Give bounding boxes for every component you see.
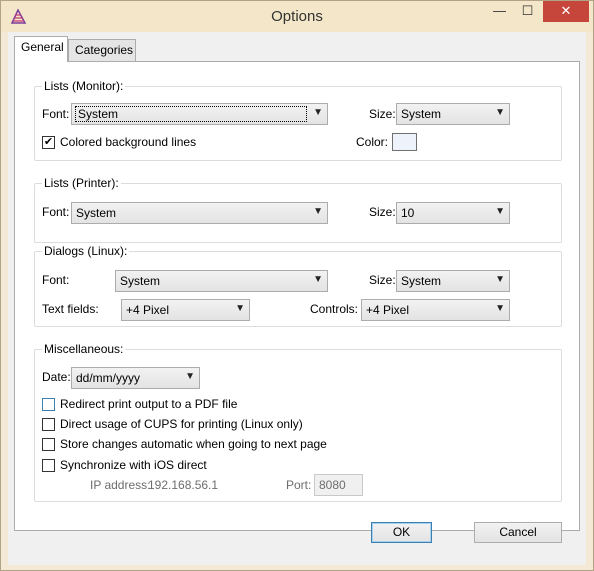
- dialogs-size-select[interactable]: System ▼: [396, 270, 510, 292]
- minimize-button[interactable]: —: [486, 1, 513, 22]
- close-button[interactable]: ✕: [543, 1, 589, 22]
- dialogs-linux-title: Dialogs (Linux):: [42, 244, 130, 258]
- lists-monitor-font-label: Font:: [42, 107, 70, 121]
- chevron-down-icon: ▼: [313, 107, 323, 118]
- lists-printer-group: Lists (Printer): Font: System ▼ Size: 10…: [34, 176, 562, 243]
- lists-printer-font-label: Font:: [42, 205, 70, 219]
- color-swatch-button[interactable]: [392, 133, 417, 151]
- chevron-down-icon: ▼: [185, 371, 195, 382]
- ios-sync-checkbox[interactable]: [42, 459, 55, 472]
- dialog-client: General Categories Lists (Monitor): Font…: [8, 32, 586, 565]
- text-fields-select[interactable]: +4 Pixel ▼: [121, 299, 250, 321]
- colored-background-label[interactable]: Colored background lines: [60, 135, 196, 149]
- store-changes-checkbox[interactable]: [42, 438, 55, 451]
- ok-button[interactable]: OK: [371, 522, 432, 543]
- chevron-down-icon: ▼: [235, 303, 245, 314]
- lists-monitor-size-label: Size:: [369, 107, 396, 121]
- miscellaneous-title: Miscellaneous:: [42, 342, 126, 356]
- miscellaneous-group: Miscellaneous: Date: dd/mm/yyyy ▼ Redire…: [34, 342, 562, 502]
- lists-monitor-group: Lists (Monitor): Font: System ▼ Size: Sy…: [34, 79, 562, 161]
- lists-monitor-size-select[interactable]: System ▼: [396, 103, 510, 125]
- dialogs-size-label: Size:: [369, 273, 396, 287]
- tab-general[interactable]: General: [14, 36, 68, 62]
- chevron-down-icon: ▼: [313, 206, 323, 217]
- lists-printer-font-value: System: [76, 206, 117, 220]
- redirect-pdf-label[interactable]: Redirect print output to a PDF file: [60, 397, 237, 411]
- chevron-down-icon: ▼: [313, 274, 323, 285]
- ip-address-value: 192.168.56.1: [148, 478, 219, 492]
- cups-printing-label[interactable]: Direct usage of CUPS for printing (Linux…: [60, 417, 303, 431]
- redirect-pdf-checkbox[interactable]: [42, 398, 55, 411]
- colored-background-checkbox[interactable]: ✔: [42, 136, 55, 149]
- options-window: Options — ☐ ✕ General Categories Lists (…: [0, 0, 594, 571]
- lists-monitor-title: Lists (Monitor):: [42, 79, 126, 93]
- color-label: Color:: [356, 135, 389, 149]
- controls-select[interactable]: +4 Pixel ▼: [361, 299, 510, 321]
- date-format-select[interactable]: dd/mm/yyyy ▼: [71, 367, 200, 389]
- dialogs-linux-group: Dialogs (Linux): Font: System ▼ Size: Sy…: [34, 244, 562, 327]
- dialogs-size-value: System: [401, 274, 442, 288]
- text-fields-label: Text fields:: [42, 302, 99, 316]
- lists-monitor-font-value: System: [75, 106, 307, 122]
- cancel-button[interactable]: Cancel: [474, 522, 562, 543]
- controls-value: +4 Pixel: [366, 303, 410, 317]
- ios-sync-label[interactable]: Synchronize with iOS direct: [60, 458, 207, 472]
- tab-categories[interactable]: Categories: [68, 39, 136, 61]
- general-tab-panel: Lists (Monitor): Font: System ▼ Size: Sy…: [14, 61, 580, 531]
- date-label: Date:: [42, 370, 71, 384]
- store-changes-label[interactable]: Store changes automatic when going to ne…: [60, 437, 327, 451]
- port-label: Port:: [286, 478, 312, 492]
- lists-printer-size-select[interactable]: 10 ▼: [396, 202, 510, 224]
- date-format-value: dd/mm/yyyy: [76, 371, 141, 385]
- title-bar[interactable]: Options — ☐ ✕: [1, 1, 593, 32]
- lists-monitor-font-select[interactable]: System ▼: [71, 103, 328, 125]
- chevron-down-icon: ▼: [495, 206, 505, 217]
- lists-printer-title: Lists (Printer):: [42, 176, 121, 190]
- lists-printer-font-select[interactable]: System ▼: [71, 202, 328, 224]
- dialogs-font-label: Font:: [42, 273, 70, 287]
- maximize-button[interactable]: ☐: [514, 1, 541, 22]
- chevron-down-icon: ▼: [495, 107, 505, 118]
- chevron-down-icon: ▼: [495, 274, 505, 285]
- text-fields-value: +4 Pixel: [126, 303, 170, 317]
- cups-printing-checkbox[interactable]: [42, 418, 55, 431]
- lists-monitor-size-value: System: [401, 107, 442, 121]
- controls-label: Controls:: [310, 302, 359, 316]
- dialogs-font-select[interactable]: System ▼: [115, 270, 328, 292]
- port-input[interactable]: 8080: [314, 474, 363, 496]
- lists-printer-size-label: Size:: [369, 205, 396, 219]
- lists-printer-size-value: 10: [401, 206, 415, 220]
- chevron-down-icon: ▼: [495, 303, 505, 314]
- ip-address-label: IP address:: [90, 478, 151, 492]
- dialogs-font-value: System: [120, 274, 161, 288]
